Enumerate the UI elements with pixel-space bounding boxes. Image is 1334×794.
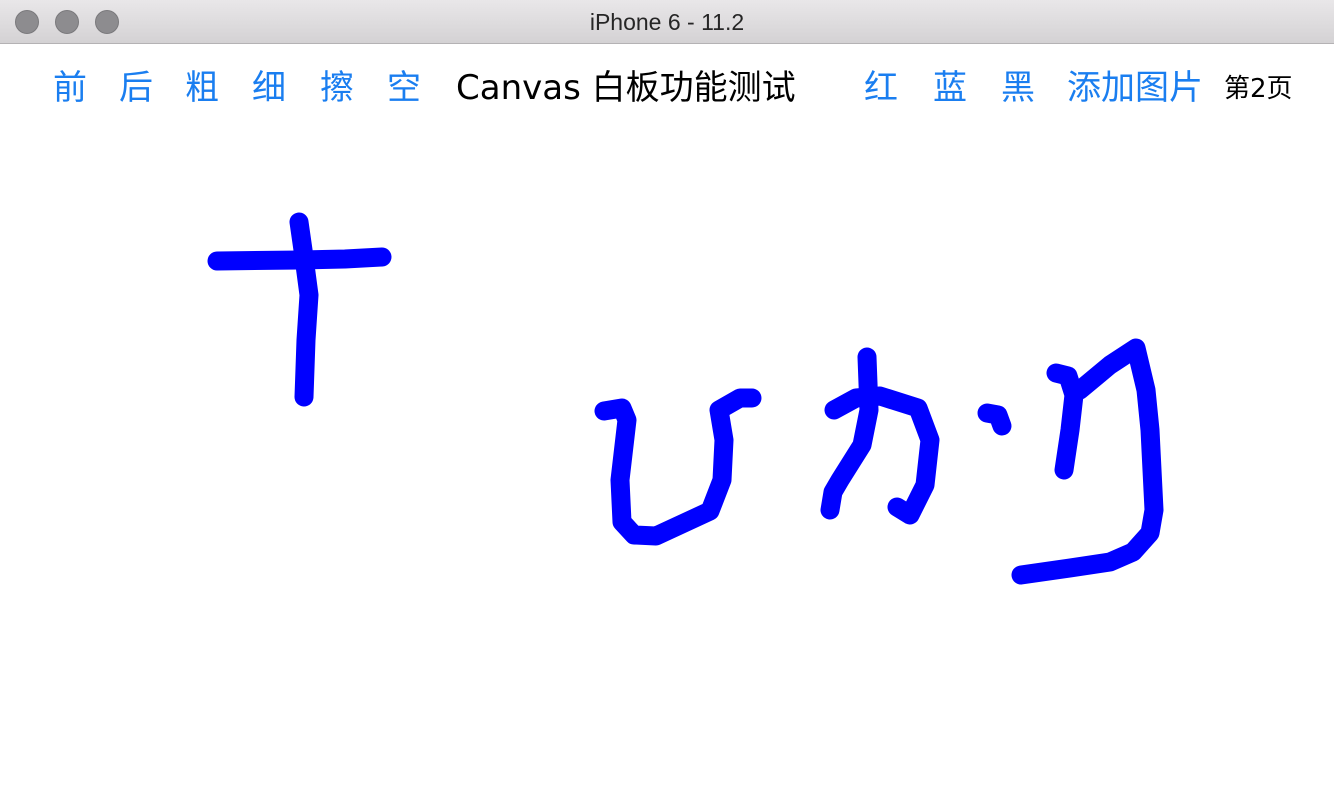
add-image-button[interactable]: 添加图片: [1067, 66, 1203, 110]
clear-button[interactable]: 空: [387, 66, 421, 110]
red-color-button[interactable]: 红: [864, 66, 898, 110]
black-color-button[interactable]: 黑: [1001, 66, 1035, 110]
drawing-surface[interactable]: [0, 134, 1334, 794]
thick-stroke-button[interactable]: 粗: [185, 66, 219, 110]
previous-page-button[interactable]: 前: [53, 66, 87, 110]
whiteboard-canvas[interactable]: [0, 134, 1334, 794]
next-page-button[interactable]: 后: [119, 66, 153, 110]
window-title: iPhone 6 - 11.2: [589, 9, 745, 35]
ink-stroke: [289, 212, 319, 407]
ink-stroke: [820, 347, 879, 520]
page-title: Canvas 白板功能测试: [456, 68, 796, 108]
page-indicator: 第2页: [1224, 74, 1293, 104]
whiteboard-toolbar: 前 后 粗 细 擦 空 Canvas 白板功能测试 红 蓝 黑 添加图片 第2页: [0, 44, 1334, 134]
ink-stroke: [977, 403, 1012, 436]
ink-stroke: [594, 388, 762, 546]
eraser-button[interactable]: 擦: [320, 66, 354, 110]
blue-color-button[interactable]: 蓝: [933, 66, 967, 110]
ink-stroke: [1011, 338, 1164, 585]
title-bar: iPhone 6 - 11.2: [0, 0, 1334, 44]
thin-stroke-button[interactable]: 细: [252, 66, 286, 110]
simulator-window: iPhone 6 - 11.2 前 后 粗 细 擦 空 Canvas 白板功能测…: [0, 0, 1334, 794]
